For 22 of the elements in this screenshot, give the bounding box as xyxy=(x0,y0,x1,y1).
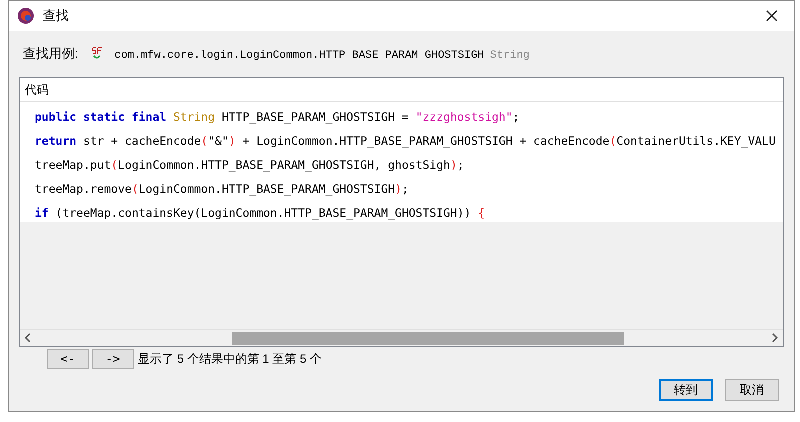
usage-label: 查找用例: xyxy=(23,45,79,64)
dialog-button[interactable]: 取消 xyxy=(725,379,779,401)
code-line: treeMap.put(LoginCommon.HTTP_BASE_PARAM_GHOSTSIGH, ghostSigh); xyxy=(35,157,466,174)
previous-button[interactable]: <- xyxy=(47,349,89,369)
scroll-left-icon[interactable] xyxy=(24,333,32,343)
code-line: return str + cacheEncode("&") + LoginCommon.HTTP_BASE_PARAM_GHOSTSIGH + cacheEncode(ContainerUtils.KEY_VALU xyxy=(35,133,777,150)
next-button[interactable]: -> xyxy=(92,349,134,369)
horizontal-scrollbar[interactable] xyxy=(20,329,783,346)
scroll-right-icon[interactable] xyxy=(771,333,779,343)
close-icon[interactable] xyxy=(766,10,778,22)
code-line: treeMap.remove(LoginCommon.HTTP_BASE_PARAM_GHOSTSIGH); xyxy=(35,181,410,198)
results-status: 显示了 5 个结果中的第 1 至第 5 个 xyxy=(138,351,322,368)
symbol-name: com.mfw.core.login.LoginCommon.HTTP BASE PARAM GHOSTSIGH xyxy=(114,48,484,64)
field-icon xyxy=(90,47,103,61)
panel-header: 代码 xyxy=(20,78,783,102)
window-title: 查找 xyxy=(43,7,69,26)
dialog-button[interactable]: 转到 xyxy=(659,379,713,401)
code-line: public static final String HTTP_BASE_PARAM_GHOSTSIGH = "zzzghostsigh"; xyxy=(35,109,521,126)
app-logo-icon xyxy=(17,7,35,25)
code-line: if (treeMap.containsKey(LoginCommon.HTTP_BASE_PARAM_GHOSTSIGH)) { xyxy=(35,205,486,222)
scrollbar-thumb[interactable] xyxy=(232,332,624,345)
type-label: String xyxy=(490,48,530,64)
